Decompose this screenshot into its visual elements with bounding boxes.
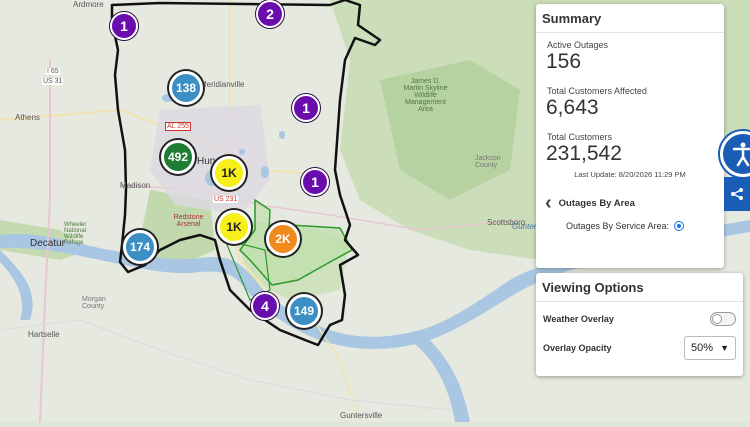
viewing-options-title: Viewing Options bbox=[536, 273, 743, 302]
outage-cluster[interactable]: 2 bbox=[256, 0, 284, 28]
map-label-skyline: James D. Martin Skyline Wildlife Managem… bbox=[403, 78, 448, 113]
outage-cluster[interactable]: 492 bbox=[161, 140, 195, 174]
outage-cluster[interactable]: 174 bbox=[123, 230, 157, 264]
outage-cluster[interactable]: 149 bbox=[287, 294, 321, 328]
summary-title: Summary bbox=[536, 4, 724, 33]
total-affected-value: 6,643 bbox=[546, 96, 599, 119]
map-label-i65: I 65 bbox=[46, 68, 60, 75]
map-label-ardmore: Ardmore bbox=[73, 0, 104, 9]
viewing-options-panel: Viewing Options Weather Overlay Overlay … bbox=[536, 273, 743, 376]
share-button[interactable] bbox=[724, 177, 750, 211]
last-update: Last Update: 8/20/2026 11:29 PM bbox=[574, 170, 686, 179]
share-icon bbox=[731, 188, 743, 200]
accessibility-icon bbox=[732, 142, 750, 167]
outage-cluster[interactable]: 138 bbox=[169, 71, 203, 105]
overlay-opacity-row: Overlay Opacity 50% ▼ bbox=[536, 336, 743, 360]
map-label-hartselle: Hartselle bbox=[28, 330, 60, 339]
overlay-opacity-value: 50% bbox=[691, 342, 714, 354]
map-label-us231: US 231 bbox=[213, 196, 239, 203]
map-label-meridianville: Meridianville bbox=[200, 80, 245, 89]
outage-cluster[interactable]: 2K bbox=[266, 222, 300, 256]
weather-overlay-row: Weather Overlay bbox=[536, 312, 743, 326]
chevron-down-icon: ▼ bbox=[720, 343, 729, 353]
map-label-al255: AL 255 bbox=[165, 122, 191, 131]
outages-by-area-title: Outages By Area bbox=[558, 197, 635, 209]
weather-overlay-label: Weather Overlay bbox=[543, 314, 614, 324]
map-label-morgan: Morgan County bbox=[82, 296, 106, 310]
map-label-redstone: Redstone Arsenal bbox=[173, 214, 204, 228]
map-label-athens: Athens bbox=[15, 113, 40, 122]
map-label-us31: US 31 bbox=[42, 78, 64, 85]
outage-cluster[interactable]: 1 bbox=[110, 12, 138, 40]
overlay-opacity-select[interactable]: 50% ▼ bbox=[684, 336, 736, 360]
map-label-decatur: Decatur bbox=[30, 238, 66, 249]
map-label-wheeler: Wheeler National Wildlife Refuge bbox=[64, 222, 87, 246]
active-outages-label: Active Outages bbox=[547, 40, 609, 50]
outage-cluster[interactable]: 1 bbox=[292, 94, 320, 122]
total-customers-value: 231,542 bbox=[546, 142, 622, 165]
weather-overlay-toggle[interactable] bbox=[710, 312, 736, 326]
service-area-option[interactable]: Outages By Service Area: bbox=[566, 221, 724, 231]
total-customers-label: Total Customers bbox=[547, 132, 613, 142]
map-label-jackson: Jackson County bbox=[475, 155, 501, 169]
map-label-gunter: Gunter bbox=[512, 222, 537, 231]
chevron-left-icon[interactable]: ‹ bbox=[545, 193, 552, 213]
summary-panel: Summary Active Outages 156 Total Custome… bbox=[536, 4, 724, 268]
outage-cluster[interactable]: 1K bbox=[217, 210, 251, 244]
outages-by-area-toggle[interactable]: ‹ Outages By Area bbox=[545, 193, 724, 213]
total-affected-label: Total Customers Affected bbox=[547, 86, 647, 96]
outage-cluster[interactable]: 4 bbox=[251, 292, 279, 320]
outage-cluster[interactable]: 1K bbox=[212, 156, 246, 190]
outage-cluster[interactable]: 1 bbox=[301, 168, 329, 196]
service-area-label: Outages By Service Area: bbox=[566, 221, 670, 231]
overlay-opacity-label: Overlay Opacity bbox=[543, 343, 612, 353]
map-label-madison: Madison bbox=[120, 181, 151, 190]
map-label-guntersville: Guntersville bbox=[340, 411, 383, 420]
active-outages-value: 156 bbox=[546, 50, 582, 73]
service-area-radio[interactable] bbox=[674, 221, 685, 231]
